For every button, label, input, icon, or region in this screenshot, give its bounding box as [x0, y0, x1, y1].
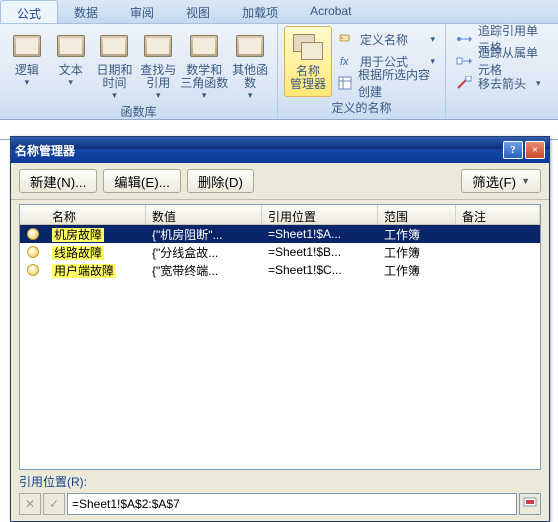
value-cell: {"宽带终端... [146, 262, 262, 279]
tab-addins[interactable]: 加载项 [226, 0, 294, 23]
scope-cell: 工作簿 [378, 262, 456, 279]
btn-lookup[interactable]: 查找与 引用▾ [137, 26, 179, 101]
col-value[interactable]: 数值 [146, 205, 262, 224]
value-cell: {"分线盒故... [146, 244, 262, 261]
refers-to-box: ✕ ✓ [19, 493, 541, 515]
group-label: 函数库 [6, 101, 271, 123]
book-icon [55, 30, 87, 62]
ref-cell: =Sheet1!$A... [262, 227, 378, 241]
audit-list: 追踪引用单元格 追踪从属单元格 移去箭头▾ [452, 26, 552, 94]
ribbon-body: 逻辑▾ 文本▾ 日期和 时间▾ 查找与 引用▾ 数学和 三角函数▾ 其他函数▾ … [0, 24, 558, 120]
ribbon-tabs: 公式 数据 审阅 视图 加载项 Acrobat [0, 0, 558, 24]
dialog-toolbar: 新建(N)... 编辑(E)... 删除(D) 筛选(F)▼ [11, 163, 549, 200]
col-ref[interactable]: 引用位置 [262, 205, 378, 224]
confirm-edit-button[interactable]: ✓ [43, 493, 65, 515]
btn-create-from-selection[interactable]: 根据所选内容创建 [334, 72, 439, 94]
scope-cell: 工作簿 [378, 244, 456, 261]
name-icon [27, 228, 39, 240]
tab-view[interactable]: 视图 [170, 0, 226, 23]
tag-icon [338, 31, 354, 47]
btn-math[interactable]: 数学和 三角函数▾ [181, 26, 227, 101]
table-row[interactable]: 用户端故障 {"宽带终端...=Sheet1!$C...工作簿 [20, 261, 540, 279]
btn-remove-arrows[interactable]: 移去箭头▾ [452, 72, 552, 94]
refers-to-section: 引用位置(R): ✕ ✓ [19, 473, 541, 515]
dialog-titlebar[interactable]: 名称管理器 ? × [11, 137, 549, 163]
tab-review[interactable]: 审阅 [114, 0, 170, 23]
book-icon [234, 30, 266, 62]
btn-define-name[interactable]: 定义名称▾ [334, 28, 439, 50]
new-button[interactable]: 新建(N)... [19, 169, 97, 193]
ref-cell: =Sheet1!$C... [262, 263, 378, 277]
book-icon [188, 30, 220, 62]
book-icon [142, 30, 174, 62]
btn-text[interactable]: 文本▾ [50, 26, 92, 101]
book-icon [11, 30, 43, 62]
group-label: 定义的名称 [284, 97, 439, 119]
dialog-title: 名称管理器 [15, 142, 75, 159]
close-button[interactable]: × [525, 141, 545, 159]
book-icon [98, 30, 130, 62]
group-function-library: 逻辑▾ 文本▾ 日期和 时间▾ 查找与 引用▾ 数学和 三角函数▾ 其他函数▾ … [0, 24, 278, 119]
fx-icon: fx [338, 53, 354, 69]
col-name[interactable]: 名称 [46, 205, 146, 224]
group-defined-names: 名称 管理器 定义名称▾ fx用于公式▾ 根据所选内容创建 定义的名称 [278, 24, 446, 119]
edit-button[interactable]: 编辑(E)... [103, 169, 181, 193]
cancel-edit-button[interactable]: ✕ [19, 493, 41, 515]
name-cell: 线路故障 [52, 246, 104, 260]
name-icon [27, 246, 39, 258]
ref-cell: =Sheet1!$B... [262, 245, 378, 259]
fxlib-row: 逻辑▾ 文本▾ 日期和 时间▾ 查找与 引用▾ 数学和 三角函数▾ 其他函数▾ [6, 26, 271, 101]
delete-button[interactable]: 删除(D) [187, 169, 254, 193]
btn-trace-dependents[interactable]: 追踪从属单元格 [452, 50, 552, 72]
grid-icon [338, 75, 352, 91]
name-cell: 用户端故障 [52, 264, 116, 278]
name-manager-icon [292, 31, 324, 63]
listview-body: 机房故障{"机房阻断"...=Sheet1!$A...工作簿线路故障{"分线盒故… [20, 225, 540, 279]
name-cell: 机房故障 [52, 228, 104, 242]
name-manager-dialog: 名称管理器 ? × 新建(N)... 编辑(E)... 删除(D) 筛选(F)▼… [10, 136, 550, 522]
help-button[interactable]: ? [503, 141, 523, 159]
defnames-list: 定义名称▾ fx用于公式▾ 根据所选内容创建 [334, 26, 439, 97]
range-picker-button[interactable] [519, 493, 541, 515]
scope-cell: 工作簿 [378, 226, 456, 243]
tab-formula[interactable]: 公式 [0, 0, 58, 23]
refers-to-label: 引用位置(R): [19, 473, 541, 490]
value-cell: {"机房阻断"... [146, 226, 262, 243]
trace-dependents-icon [456, 53, 472, 69]
trace-precedents-icon [456, 31, 472, 47]
listview-header[interactable]: 名称 数值 引用位置 范围 备注 [20, 205, 540, 225]
col-note[interactable]: 备注 [456, 205, 540, 224]
names-listview[interactable]: 名称 数值 引用位置 范围 备注 机房故障{"机房阻断"...=Sheet1!$… [19, 204, 541, 470]
btn-more[interactable]: 其他函数▾ [229, 26, 271, 101]
tab-acrobat[interactable]: Acrobat [294, 0, 367, 23]
table-row[interactable]: 机房故障 {"机房阻断"...=Sheet1!$A...工作簿 [20, 225, 540, 243]
col-scope[interactable]: 范围 [378, 205, 456, 224]
svg-text:fx: fx [340, 56, 349, 68]
remove-arrows-icon [456, 75, 472, 91]
tab-data[interactable]: 数据 [58, 0, 114, 23]
group-formula-auditing: 追踪引用单元格 追踪从属单元格 移去箭头▾ [446, 24, 558, 119]
name-icon [27, 264, 39, 276]
btn-name-manager[interactable]: 名称 管理器 [284, 26, 332, 97]
btn-logical[interactable]: 逻辑▾ [6, 26, 48, 101]
btn-datetime[interactable]: 日期和 时间▾ [94, 26, 136, 101]
refers-to-input[interactable] [67, 493, 517, 515]
table-row[interactable]: 线路故障 {"分线盒故...=Sheet1!$B...工作簿 [20, 243, 540, 261]
filter-button[interactable]: 筛选(F)▼ [461, 169, 541, 193]
defnames-row: 名称 管理器 定义名称▾ fx用于公式▾ 根据所选内容创建 [284, 26, 439, 97]
